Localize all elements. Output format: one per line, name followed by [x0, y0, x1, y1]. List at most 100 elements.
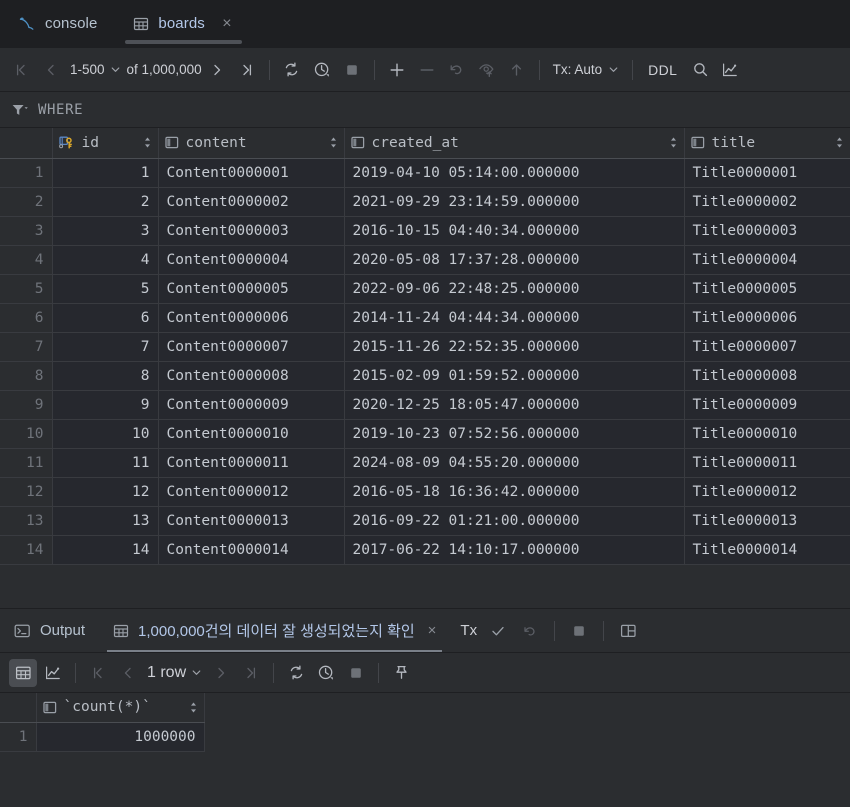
search-icon[interactable]	[686, 56, 714, 84]
last-page-icon[interactable]	[233, 56, 261, 84]
cell-title[interactable]: Title0000001	[684, 158, 850, 188]
cell-id[interactable]: 11	[52, 448, 159, 478]
table-view-icon[interactable]	[9, 658, 37, 687]
cell-created-at[interactable]: 2019-04-10 05:14:00.000000	[344, 158, 685, 188]
close-icon[interactable]: ×	[428, 622, 437, 639]
cell-content[interactable]: Content0000005	[158, 274, 345, 304]
prev-page-icon[interactable]	[114, 659, 142, 687]
cell-content[interactable]: Content0000004	[158, 245, 345, 275]
chart-view-icon[interactable]	[716, 56, 744, 84]
filter-funnel-icon[interactable]	[11, 102, 29, 118]
column-header-title[interactable]: title	[684, 128, 850, 159]
cell-id[interactable]: 13	[52, 506, 159, 536]
table-row[interactable]: 1 1 Content0000001 2019-04-10 05:14:00.0000…	[0, 158, 850, 188]
split-layout-icon[interactable]	[614, 617, 642, 645]
cell-title[interactable]: Title0000014	[684, 535, 850, 565]
cell-created-at[interactable]: 2022-09-06 22:48:25.000000	[344, 274, 685, 304]
column-header-content[interactable]: content	[158, 128, 345, 159]
cell-created-at[interactable]: 2024-08-09 04:55:20.000000	[344, 448, 685, 478]
sort-indicator-icon[interactable]	[329, 136, 338, 149]
transaction-label[interactable]: Tx	[456, 622, 481, 639]
cell-id[interactable]: 14	[52, 535, 159, 565]
refresh-icon[interactable]	[282, 659, 310, 687]
cell-content[interactable]: Content0000007	[158, 332, 345, 362]
cell-title[interactable]: Title0000012	[684, 477, 850, 507]
cell-id[interactable]: 3	[52, 216, 159, 246]
rollback-icon[interactable]	[516, 617, 544, 645]
sort-indicator-icon[interactable]	[189, 701, 198, 714]
cell-created-at[interactable]: 2015-11-26 22:52:35.000000	[344, 332, 685, 362]
next-page-icon[interactable]	[207, 659, 235, 687]
cell-created-at[interactable]: 2014-11-24 04:44:34.000000	[344, 303, 685, 333]
table-row[interactable]: 7 7 Content0000007 2015-11-26 22:52:35.0000…	[0, 332, 850, 362]
cell-created-at[interactable]: 2016-05-18 16:36:42.000000	[344, 477, 685, 507]
cell-created-at[interactable]: 2020-12-25 18:05:47.000000	[344, 390, 685, 420]
cell-content[interactable]: Content0000011	[158, 448, 345, 478]
clock-history-icon[interactable]	[308, 56, 336, 84]
cell-created-at[interactable]: 2021-09-29 23:14:59.000000	[344, 187, 685, 217]
submit-up-arrow-icon[interactable]	[503, 56, 531, 84]
sort-indicator-icon[interactable]	[669, 136, 678, 149]
column-header-created-at[interactable]: created_at	[344, 128, 685, 159]
stop-icon[interactable]	[338, 56, 366, 84]
cell-id[interactable]: 6	[52, 303, 159, 333]
stop-icon[interactable]	[342, 659, 370, 687]
where-filter-bar[interactable]: WHERE	[0, 92, 850, 128]
transaction-mode-selector[interactable]: Tx: Auto	[547, 62, 626, 77]
cell-id[interactable]: 5	[52, 274, 159, 304]
panel-tab-output[interactable]: Output	[0, 609, 99, 652]
data-grid[interactable]: id content created_at title 1 1 Content0…	[0, 128, 850, 608]
cell-title[interactable]: Title0000010	[684, 419, 850, 449]
table-row[interactable]: 11 11 Content0000011 2024-08-09 04:55:20.00…	[0, 448, 850, 478]
pin-icon[interactable]	[387, 659, 415, 687]
cell-title[interactable]: Title0000005	[684, 274, 850, 304]
cell-title[interactable]: Title0000002	[684, 187, 850, 217]
first-page-icon[interactable]	[84, 659, 112, 687]
cell-created-at[interactable]: 2016-09-22 01:21:00.000000	[344, 506, 685, 536]
cell-title[interactable]: Title0000008	[684, 361, 850, 391]
cell-content[interactable]: Content0000013	[158, 506, 345, 536]
cell-id[interactable]: 12	[52, 477, 159, 507]
page-range-selector[interactable]: 1-500	[66, 62, 125, 77]
ddl-button[interactable]: DDL	[640, 62, 685, 78]
first-page-icon[interactable]	[7, 56, 35, 84]
cell-created-at[interactable]: 2016-10-15 04:40:34.000000	[344, 216, 685, 246]
cell-count[interactable]: 1000000	[36, 722, 205, 752]
table-row[interactable]: 10 10 Content0000010 2019-10-23 07:52:56.00…	[0, 419, 850, 449]
table-row[interactable]: 2 2 Content0000002 2021-09-29 23:14:59.0000…	[0, 187, 850, 217]
table-row[interactable]: 6 6 Content0000006 2014-11-24 04:44:34.0000…	[0, 303, 850, 333]
clock-history-icon[interactable]	[312, 659, 340, 687]
result-row[interactable]: 1 1000000	[0, 722, 205, 752]
cell-content[interactable]: Content0000014	[158, 535, 345, 565]
cell-content[interactable]: Content0000003	[158, 216, 345, 246]
cell-content[interactable]: Content0000010	[158, 419, 345, 449]
column-header-id[interactable]: id	[52, 128, 159, 159]
table-row[interactable]: 13 13 Content0000013 2016-09-22 01:21:00.00…	[0, 506, 850, 536]
cell-title[interactable]: Title0000003	[684, 216, 850, 246]
cell-id[interactable]: 1	[52, 158, 159, 188]
row-count-selector[interactable]: 1 row	[143, 664, 206, 682]
table-row[interactable]: 14 14 Content0000014 2017-06-22 14:10:17.00…	[0, 535, 850, 565]
table-row[interactable]: 3 3 Content0000003 2016-10-15 04:40:34.0000…	[0, 216, 850, 246]
cell-title[interactable]: Title0000004	[684, 245, 850, 275]
query-result-grid[interactable]: `count(*)` 1 1000000	[0, 693, 850, 781]
cell-id[interactable]: 7	[52, 332, 159, 362]
last-page-icon[interactable]	[237, 659, 265, 687]
cell-id[interactable]: 4	[52, 245, 159, 275]
panel-tab-query-result[interactable]: 1,000,000건의 데이터 잘 생성되었는지 확인 ×	[99, 609, 450, 652]
column-header-count[interactable]: `count(*)`	[36, 693, 205, 723]
cell-title[interactable]: Title0000009	[684, 390, 850, 420]
cell-id[interactable]: 2	[52, 187, 159, 217]
cell-content[interactable]: Content0000002	[158, 187, 345, 217]
cell-created-at[interactable]: 2017-06-22 14:10:17.000000	[344, 535, 685, 565]
cell-content[interactable]: Content0000008	[158, 361, 345, 391]
table-row[interactable]: 8 8 Content0000008 2015-02-09 01:59:52.0000…	[0, 361, 850, 391]
stop-icon[interactable]	[565, 617, 593, 645]
cell-created-at[interactable]: 2019-10-23 07:52:56.000000	[344, 419, 685, 449]
table-row[interactable]: 9 9 Content0000009 2020-12-25 18:05:47.0000…	[0, 390, 850, 420]
minus-icon[interactable]	[413, 56, 441, 84]
table-row[interactable]: 4 4 Content0000004 2020-05-08 17:37:28.0000…	[0, 245, 850, 275]
sort-indicator-icon[interactable]	[835, 136, 844, 149]
plus-icon[interactable]	[383, 56, 411, 84]
editor-tab-boards[interactable]: boards ×	[115, 0, 251, 47]
